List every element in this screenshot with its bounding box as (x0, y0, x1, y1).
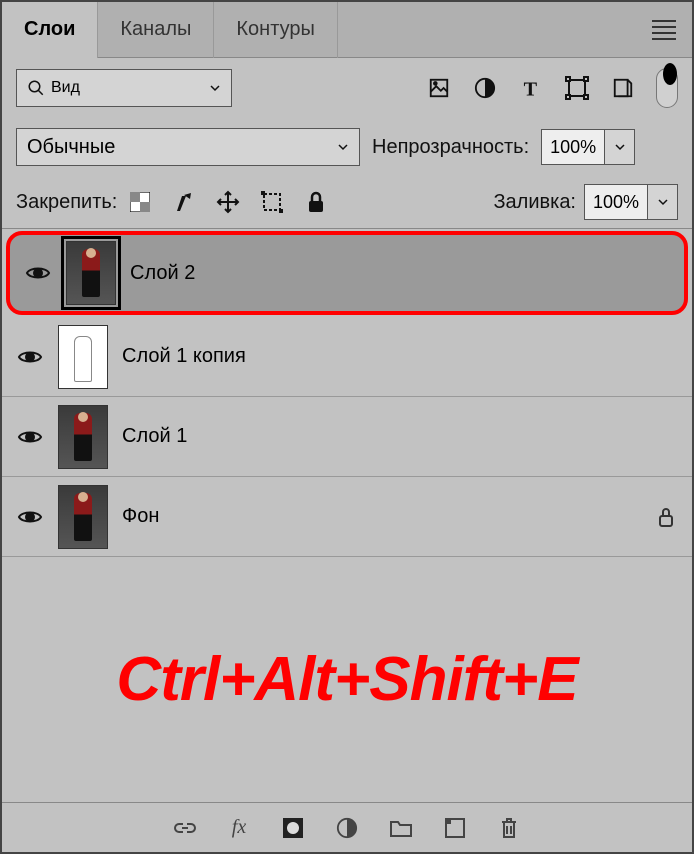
smartobject-filter-icon[interactable] (610, 75, 636, 101)
filter-label: Вид (51, 79, 80, 97)
blend-mode-value: Обычные (27, 136, 115, 159)
layer-style-icon[interactable]: fx (226, 815, 252, 841)
fill-group: Заливка: 100% (493, 184, 678, 220)
lock-all-icon[interactable] (303, 189, 329, 215)
tab-channels[interactable]: Каналы (98, 2, 214, 58)
tab-bar: Слои Каналы Контуры (2, 2, 692, 58)
layer-filter-dropdown[interactable]: Вид (16, 69, 232, 107)
layers-panel: Слои Каналы Контуры Вид T (0, 0, 694, 854)
tab-paths[interactable]: Контуры (214, 2, 337, 58)
visibility-toggle-icon[interactable] (16, 503, 44, 531)
fill-label: Заливка: (493, 191, 576, 214)
shape-filter-icon[interactable] (564, 75, 590, 101)
layer-thumbnail[interactable] (66, 241, 116, 305)
layers-list: Слой 2 Слой 1 копия Слой 1 Фон (2, 229, 692, 557)
adjustment-layer-icon[interactable] (334, 815, 360, 841)
fill-input[interactable]: 100% (584, 184, 648, 220)
new-group-icon[interactable] (388, 815, 414, 841)
layer-mask-icon[interactable] (280, 815, 306, 841)
tab-layers[interactable]: Слои (2, 2, 98, 58)
layer-thumbnail[interactable] (58, 325, 108, 389)
layer-name[interactable]: Слой 2 (130, 262, 195, 285)
filter-row: Вид T (2, 58, 692, 118)
lock-row: Закрепить: Заливка: 100% (2, 176, 692, 229)
visibility-toggle-icon[interactable] (16, 343, 44, 371)
lock-artboard-icon[interactable] (259, 189, 285, 215)
delete-layer-icon[interactable] (496, 815, 522, 841)
lock-position-icon[interactable] (215, 189, 241, 215)
chevron-down-icon (209, 82, 221, 94)
lock-icon (656, 506, 678, 528)
pixel-filter-icon[interactable] (426, 75, 452, 101)
lock-icons (127, 189, 329, 215)
toggle-dot-icon (663, 63, 677, 85)
adjustment-filter-icon[interactable] (472, 75, 498, 101)
search-icon (27, 79, 45, 97)
layer-name[interactable]: Слой 1 (122, 425, 187, 448)
panel-menu-icon[interactable] (652, 18, 676, 42)
filter-type-icons: T (426, 68, 678, 108)
visibility-toggle-icon[interactable] (16, 423, 44, 451)
opacity-input[interactable]: 100% (541, 129, 605, 165)
lock-transparency-icon[interactable] (127, 189, 153, 215)
layer-row[interactable]: Фон (2, 477, 692, 557)
layers-bottom-toolbar: fx (2, 802, 692, 852)
link-layers-icon[interactable] (172, 815, 198, 841)
fill-slider-button[interactable] (648, 184, 678, 220)
blend-mode-dropdown[interactable]: Обычные (16, 128, 360, 166)
overlay-area: Ctrl+Alt+Shift+E (2, 557, 692, 802)
visibility-toggle-icon[interactable] (24, 259, 52, 287)
layer-thumbnail[interactable] (58, 485, 108, 549)
new-layer-icon[interactable] (442, 815, 468, 841)
chevron-down-icon (337, 141, 349, 153)
layer-name[interactable]: Слой 1 копия (122, 345, 246, 368)
svg-text:T: T (524, 78, 538, 99)
shortcut-overlay-text: Ctrl+Alt+Shift+E (116, 644, 577, 715)
blend-row: Обычные Непрозрачность: 100% (2, 118, 692, 176)
opacity-label: Непрозрачность: (372, 136, 529, 159)
lock-pixels-icon[interactable] (171, 189, 197, 215)
layer-row[interactable]: Слой 2 (6, 231, 688, 315)
type-filter-icon[interactable]: T (518, 75, 544, 101)
lock-label: Закрепить: (16, 191, 117, 214)
layer-thumbnail[interactable] (58, 405, 108, 469)
layer-name[interactable]: Фон (122, 505, 159, 528)
filter-toggle[interactable] (656, 68, 678, 108)
opacity-slider-button[interactable] (605, 129, 635, 165)
layer-row[interactable]: Слой 1 (2, 397, 692, 477)
layer-row[interactable]: Слой 1 копия (2, 317, 692, 397)
